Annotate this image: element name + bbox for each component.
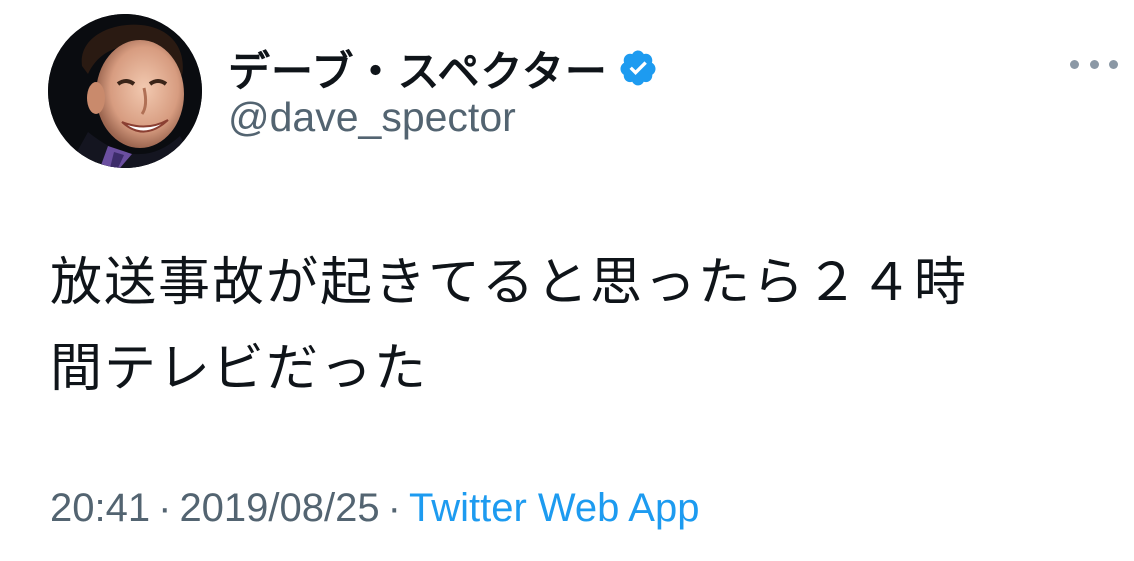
separator: · [387,486,401,530]
verified-badge-icon [618,48,658,88]
author-name-row: デーブ・スペクター [228,40,658,96]
menu-dot [1109,59,1118,69]
author-handle[interactable]: @dave_spector [228,94,516,141]
separator: · [158,486,172,530]
more-horizontal-icon[interactable] [1070,52,1118,76]
tweet-card: デーブ・スペクター @dave_spector 放送事故が起きてると思ったら２４… [0,0,1134,561]
menu-dot [1089,59,1099,69]
avatar[interactable] [48,14,202,168]
tweet-date[interactable]: 2019/08/25 [179,486,379,530]
tweet-text-line: 間テレビだった [50,339,429,399]
tweet-text: 放送事故が起きてると思ったら２４時 間テレビだった [50,240,1110,412]
author-display-name[interactable]: デーブ・スペクター [228,38,608,99]
avatar-photo [48,14,202,168]
tweet-time[interactable]: 20:41 [50,486,150,530]
tweet-metadata: 20:41 · 2019/08/25 · Twitter Web App [50,486,699,531]
tweet-text-line: 放送事故が起きてると思ったら２４時 [50,253,969,313]
menu-dot [1070,59,1079,69]
tweet-source-link[interactable]: Twitter Web App [409,486,700,530]
